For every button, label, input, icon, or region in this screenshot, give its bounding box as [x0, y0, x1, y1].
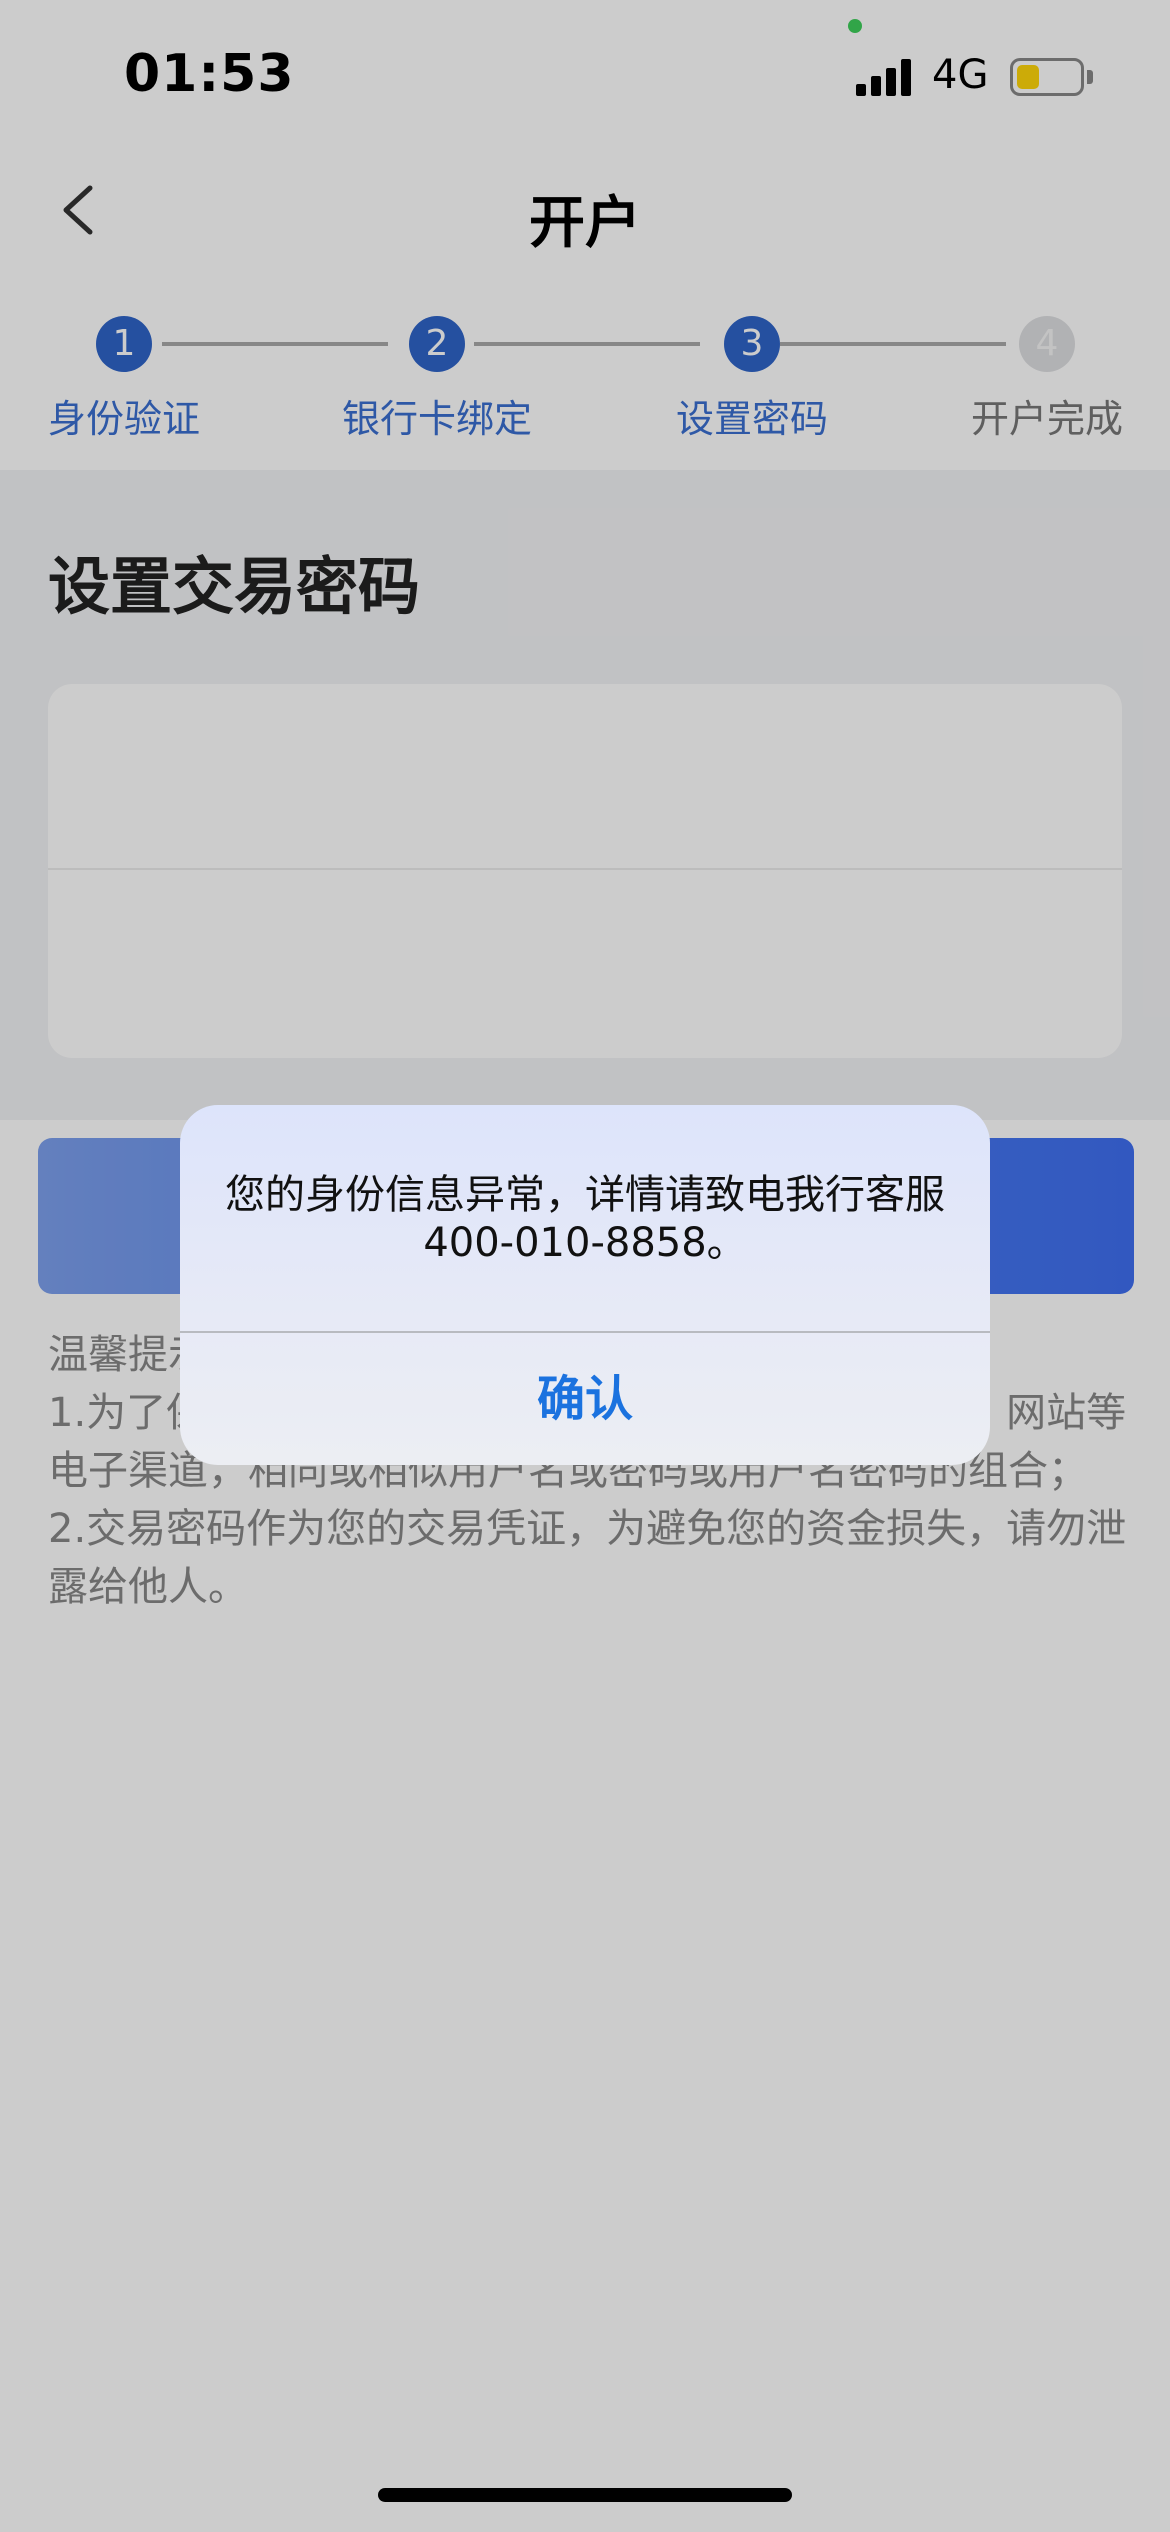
home-indicator[interactable] — [378, 2488, 792, 2502]
alert-message: 您的身份信息异常，详情请致电我行客服400-010-8858。 — [225, 1172, 945, 1266]
confirm-button[interactable]: 确认 — [180, 1333, 990, 1465]
alert-dialog: 您的身份信息异常，详情请致电我行客服400-010-8858。 确认 — [180, 1105, 990, 1465]
